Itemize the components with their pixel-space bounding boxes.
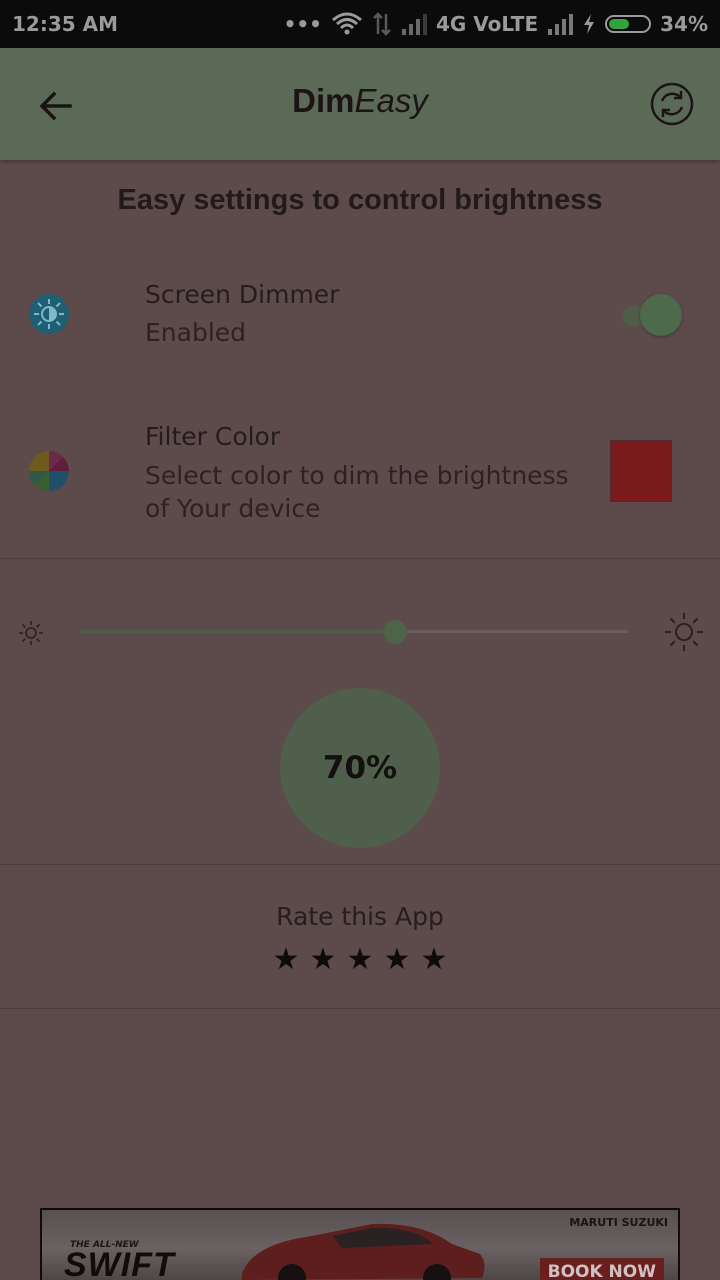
status-icons: ••• 4G VoLTE 34% — [284, 12, 708, 36]
filter-color-title: Filter Color — [145, 422, 281, 451]
star-1[interactable]: ★ — [268, 940, 304, 980]
signal-icon-2 — [548, 14, 574, 35]
star-2[interactable]: ★ — [305, 940, 341, 980]
brightness-percent-label: 70% — [322, 750, 398, 786]
brightness-icon — [29, 294, 69, 334]
slider-fill — [80, 630, 396, 633]
screen-dimmer-status: Enabled — [145, 318, 247, 347]
brightness-percent-display: 70% — [280, 688, 440, 848]
rate-app-label: Rate this App — [276, 902, 444, 931]
screen-dimmer-toggle[interactable] — [614, 294, 684, 336]
page-headline: Easy settings to control brightness — [117, 184, 603, 216]
filter-color-swatch[interactable] — [610, 440, 672, 502]
data-transfer-icon — [373, 12, 391, 36]
divider — [0, 558, 720, 559]
status-bar: 12:35 AM ••• 4G VoLTE 34% — [0, 0, 720, 48]
toggle-knob — [640, 294, 682, 336]
network-type: 4G VoLTE — [435, 12, 539, 36]
filter-color-description: Select color to dim the brightness of Yo… — [145, 461, 569, 523]
rating-stars[interactable]: ★ ★ ★ ★ ★ — [268, 940, 452, 980]
ad-brand: MARUTI SUZUKI — [569, 1216, 668, 1229]
star-5[interactable]: ★ — [416, 940, 452, 980]
brightness-slider[interactable] — [80, 618, 628, 646]
screen-dimmer-title: Screen Dimmer — [145, 280, 340, 309]
brightness-low-icon — [19, 621, 43, 645]
app-title-bold: Dim — [292, 82, 355, 119]
star-3[interactable]: ★ — [342, 940, 378, 980]
color-wheel-icon — [29, 451, 69, 491]
ad-banner[interactable]: THE ALL-NEW SWIFT MARUTI SUZUKI BOOK NOW — [40, 1208, 680, 1280]
divider — [0, 1008, 720, 1009]
charging-icon — [584, 14, 595, 34]
app-bar: DimEasy — [0, 48, 720, 160]
battery-icon — [605, 15, 652, 33]
signal-icon — [401, 14, 427, 35]
slider-thumb[interactable] — [383, 620, 408, 644]
app-title-italic: Easy — [354, 82, 428, 119]
app-title: DimEasy — [0, 82, 720, 120]
status-time: 12:35 AM — [12, 12, 119, 36]
divider — [0, 864, 720, 865]
ad-cta-button[interactable]: BOOK NOW — [539, 1258, 664, 1280]
star-4[interactable]: ★ — [379, 940, 415, 980]
brightness-high-icon — [665, 613, 703, 651]
battery-percent: 34% — [660, 12, 708, 36]
wifi-icon — [331, 12, 362, 35]
car-image — [242, 1223, 485, 1280]
more-dots-icon: ••• — [283, 12, 322, 36]
refresh-icon[interactable] — [648, 80, 696, 128]
ad-headline: SWIFT — [64, 1246, 175, 1280]
